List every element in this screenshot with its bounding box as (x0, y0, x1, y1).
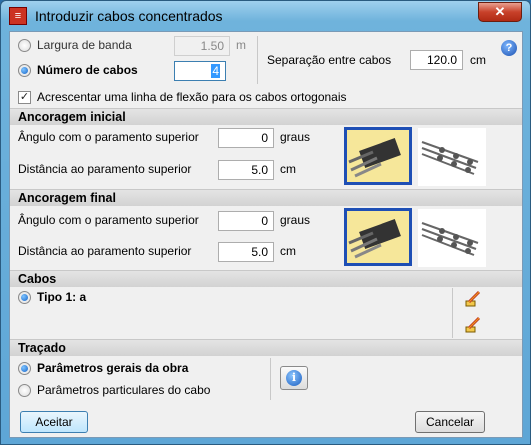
anchor-start-angle-input[interactable]: 0 (218, 128, 274, 148)
band-width-unit: m (236, 38, 246, 52)
anchor-start-passive-thumbnail[interactable] (418, 128, 486, 186)
anchor-start-angle-unit: graus (280, 130, 311, 144)
anchor-end-angle-label: Ângulo com o paramento superior (18, 213, 199, 227)
general-params-label: Parâmetros gerais da obra (37, 361, 189, 375)
separation-unit: cm (470, 53, 486, 67)
cancel-button[interactable]: Cancelar (415, 411, 485, 433)
cable-type-label[interactable]: Tipo 1: a (37, 290, 86, 304)
dialog-window: ≡ Introduzir cabos concentrados ✕ Largur… (0, 0, 531, 445)
general-params-radio[interactable] (18, 362, 31, 375)
cable-type-radio[interactable] (18, 291, 31, 304)
anchor-end-distance-unit: cm (280, 244, 296, 258)
separation-input[interactable]: 120.0 (410, 50, 463, 70)
pencil-icon (465, 316, 481, 333)
anchor-start-header: Ancoragem inicial (10, 108, 522, 125)
band-width-label: Largura de banda (37, 38, 132, 52)
band-width-input[interactable]: 1.50 (174, 36, 230, 56)
anchor-start-distance-input[interactable]: 5.0 (218, 160, 274, 180)
active-anchor-icon (348, 219, 401, 259)
info-icon: i (286, 370, 302, 386)
band-width-radio[interactable] (18, 39, 31, 52)
number-of-cables-value: 4 (211, 64, 220, 78)
separator-vertical (257, 36, 258, 84)
help-icon[interactable]: ? (501, 40, 517, 56)
edit-cable-alt-button[interactable] (462, 314, 484, 336)
active-anchor-icon (348, 138, 401, 178)
bend-line-label: Acrescentar uma linha de flexão para os … (37, 90, 347, 104)
window-title: Introduzir cabos concentrados (35, 8, 223, 24)
number-of-cables-radio[interactable] (18, 64, 31, 77)
anchor-end-header: Ancoragem final (10, 189, 522, 206)
title-bar[interactable]: ≡ Introduzir cabos concentrados ✕ (1, 1, 530, 31)
anchor-start-active-thumbnail[interactable] (344, 127, 412, 185)
anchor-end-angle-unit: graus (280, 213, 311, 227)
separation-label: Separação entre cabos (267, 53, 392, 67)
info-button[interactable]: i (280, 366, 308, 390)
anchor-end-passive-thumbnail[interactable] (418, 209, 486, 267)
cables-list-divider (452, 288, 453, 338)
close-button[interactable]: ✕ (478, 2, 522, 22)
particular-params-label: Parâmetros particulares do cabo (37, 383, 211, 397)
app-logo-icon: ≡ (9, 7, 27, 25)
layout-divider (270, 358, 271, 400)
bend-line-checkbox[interactable]: ✓ (18, 91, 31, 104)
accept-button[interactable]: Aceitar (20, 411, 88, 433)
number-of-cables-label: Número de cabos (37, 63, 138, 77)
layout-header: Traçado (10, 339, 522, 356)
anchor-end-distance-label: Distância ao paramento superior (18, 244, 192, 258)
anchor-end-distance-input[interactable]: 5.0 (218, 242, 274, 262)
number-of-cables-input[interactable]: 4 (174, 61, 226, 81)
cables-header: Cabos (10, 270, 522, 287)
particular-params-radio[interactable] (18, 384, 31, 397)
anchor-start-distance-label: Distância ao paramento superior (18, 162, 192, 176)
passive-anchor-icon (421, 222, 479, 256)
passive-anchor-icon (421, 141, 479, 175)
anchor-end-active-thumbnail[interactable] (344, 208, 412, 266)
anchor-start-angle-label: Ângulo com o paramento superior (18, 130, 199, 144)
anchor-end-angle-input[interactable]: 0 (218, 211, 274, 231)
anchor-start-distance-unit: cm (280, 162, 296, 176)
edit-cable-button[interactable] (462, 288, 484, 310)
pencil-icon (465, 290, 481, 307)
dialog-body: Largura de banda 1.50 m Número de cabos … (9, 31, 523, 438)
